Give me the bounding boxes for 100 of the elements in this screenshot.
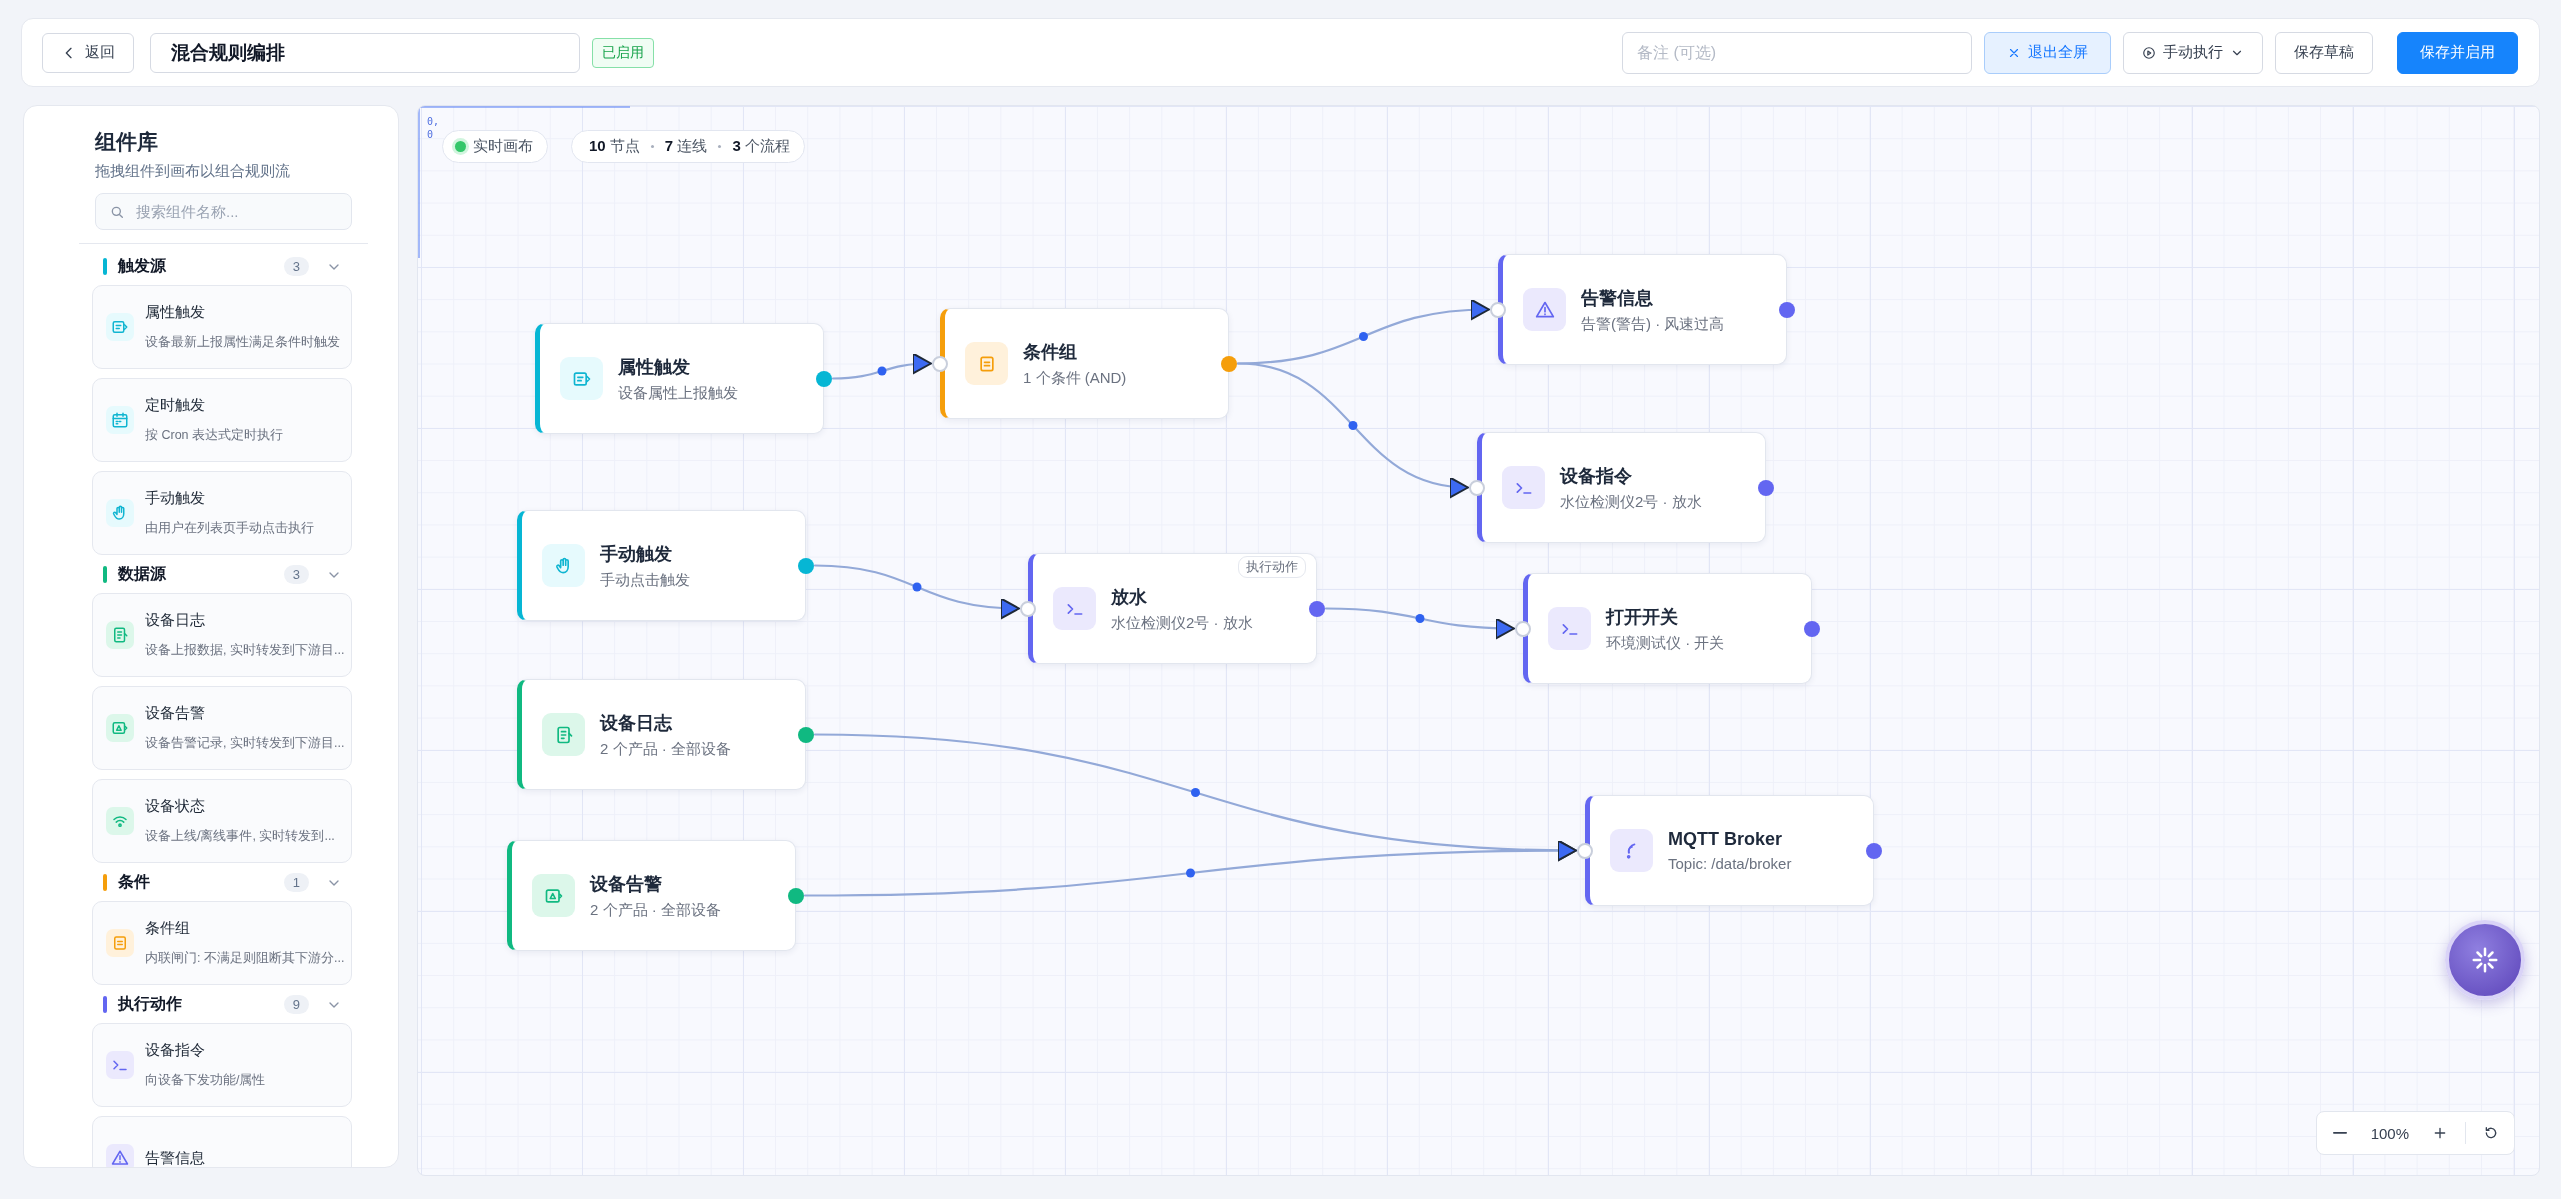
flow-node[interactable]: 执行动作 放水 水位检测仪2号 · 放水: [1028, 553, 1317, 664]
status-badge: 已启用: [592, 37, 654, 68]
coordinate-label: 0, 0: [427, 115, 441, 141]
node-title: 设备告警: [590, 872, 663, 896]
component-name: 定时触发: [145, 396, 206, 415]
component-description: 设备上报数据, 实时转发到下游目...: [145, 642, 343, 659]
node-subtitle: 2 个产品 · 全部设备: [590, 900, 721, 920]
flow-node[interactable]: 告警信息 告警(警告) · 风速过高: [1498, 254, 1787, 365]
category-marker: [103, 996, 107, 1013]
category-marker: [103, 258, 107, 275]
flow-node[interactable]: 条件组 1 个条件 (AND): [940, 308, 1229, 419]
category-marker: [103, 874, 107, 891]
note-icon: [111, 934, 129, 952]
component-name: 属性触发: [145, 303, 206, 322]
input-port[interactable]: [1469, 479, 1485, 496]
component-description: 设备最新上报属性满足条件时触发: [145, 334, 340, 351]
flow-node[interactable]: 手动触发 手动点击触发: [517, 510, 806, 621]
node-title: 打开开关: [1606, 605, 1679, 629]
component-card[interactable]: 告警信息: [92, 1116, 352, 1167]
stat-text: 7 连线: [664, 137, 708, 156]
document-icon: [111, 318, 129, 336]
warning-icon: [1534, 299, 1555, 320]
component-name: 设备指令: [145, 1041, 206, 1060]
node-title: 设备指令: [1560, 464, 1633, 488]
flow-node[interactable]: 设备告警 2 个产品 · 全部设备: [507, 840, 796, 951]
input-port[interactable]: [1020, 600, 1036, 617]
input-port[interactable]: [1490, 301, 1506, 318]
minus-icon: [2332, 1131, 2347, 1135]
node-subtitle: 水位检测仪2号 · 放水: [1560, 492, 1702, 512]
component-card[interactable]: 属性触发 设备最新上报属性满足条件时触发: [92, 285, 352, 369]
input-port[interactable]: [932, 355, 948, 372]
search-field[interactable]: 搜索组件名称...: [95, 193, 352, 230]
stat-text: 3 个流程: [732, 137, 790, 156]
flow-node[interactable]: 打开开关 环境测试仪 · 开关: [1523, 573, 1812, 684]
toolbar-button[interactable]: 保存草稿: [2275, 31, 2373, 74]
plus-icon: [2432, 1125, 2448, 1141]
count-badge: 3: [283, 565, 309, 584]
node-subtitle: 2 个产品 · 全部设备: [600, 739, 731, 759]
node-title: 条件组: [1023, 340, 1078, 364]
component-description: 设备上线/离线事件, 实时转发到...: [145, 828, 335, 845]
component-name: 手动触发: [145, 489, 206, 508]
node-subtitle: 水位检测仪2号 · 放水: [1111, 613, 1253, 633]
component-name: 设备告警: [145, 704, 206, 723]
component-card[interactable]: 手动触发 由用户在列表页手动点击执行: [92, 471, 352, 555]
component-card[interactable]: 设备状态 设备上线/离线事件, 实时转发到...: [92, 779, 352, 863]
component-description: 向设备下发功能/属性: [145, 1072, 266, 1089]
node-title: 属性触发: [618, 355, 691, 379]
component-description: 按 Cron 表达式定时执行: [145, 427, 284, 444]
sparkle-icon: [2470, 945, 2500, 975]
reset-icon: [2483, 1125, 2499, 1141]
component-description: 内联闸门: 不满足则阻断其下游分...: [145, 950, 343, 967]
panel-title: 组件库: [95, 129, 159, 155]
node-title: 手动触发: [600, 542, 673, 566]
live-label: 实时画布: [473, 137, 533, 156]
component-name: 条件组: [145, 919, 191, 938]
document-icon: [111, 626, 129, 644]
node-subtitle: 手动点击触发: [600, 570, 690, 590]
flow-node[interactable]: 属性触发 设备属性上报触发: [535, 323, 824, 434]
node-title: 告警信息: [1581, 286, 1654, 310]
count-badge: 9: [283, 995, 309, 1014]
toolbar-button[interactable]: 退出全屏: [1984, 31, 2111, 74]
flow-node[interactable]: MQTT Broker Topic: /data/broker: [1585, 795, 1874, 906]
toolbar-button[interactable]: 保存并启用: [2397, 31, 2518, 74]
component-card[interactable]: 定时触发 按 Cron 表达式定时执行: [92, 378, 352, 462]
connector-arrow[interactable]: [831, 352, 933, 380]
panel-subtitle: 拖拽组件到画布以组合规则流: [95, 162, 291, 181]
play-icon: [2142, 45, 2156, 60]
node-subtitle: 告警(警告) · 风速过高: [1581, 314, 1725, 334]
back-button[interactable]: 返回: [42, 32, 134, 73]
component-description: 由用户在列表页手动点击执行: [145, 520, 314, 537]
component-name: 设备日志: [145, 611, 206, 630]
count-badge: 3: [283, 257, 309, 276]
stat-text: 10 节点: [589, 137, 640, 156]
category-title: 条件: [118, 872, 151, 892]
input-port[interactable]: [1577, 842, 1593, 859]
node-tag: 执行动作: [1238, 556, 1306, 578]
component-card[interactable]: 条件组 内联闸门: 不满足则阻断其下游分...: [92, 901, 352, 985]
component-card[interactable]: 设备日志 设备上报数据, 实时转发到下游目...: [92, 593, 352, 677]
category-title: 数据源: [118, 564, 167, 584]
zoom-level: 100%: [2369, 1124, 2410, 1142]
component-card[interactable]: 设备指令 向设备下发功能/属性: [92, 1023, 352, 1107]
category-title: 触发源: [118, 256, 167, 276]
warning-icon: [111, 1149, 129, 1167]
component-description: 设备告警记录, 实时转发到下游目...: [145, 735, 343, 752]
flow-node[interactable]: 设备指令 水位检测仪2号 · 放水: [1477, 432, 1766, 543]
component-name: 告警信息: [145, 1148, 205, 1167]
category-marker: [103, 566, 107, 583]
remark-field[interactable]: 备注 (可选): [1622, 31, 1972, 74]
node-subtitle: 环境测试仪 · 开关: [1606, 633, 1725, 653]
category-title: 执行动作: [118, 994, 183, 1014]
toolbar-button[interactable]: 手动执行: [2123, 31, 2263, 74]
node-title: 放水: [1111, 585, 1148, 609]
count-badge: 1: [283, 873, 309, 892]
assistant-button[interactable]: [2445, 920, 2525, 1000]
component-card[interactable]: 设备告警 设备告警记录, 实时转发到下游目...: [92, 686, 352, 770]
calendar-icon: [111, 411, 129, 429]
title-field[interactable]: 混合规则编排: [150, 32, 580, 73]
flow-node[interactable]: 设备日志 2 个产品 · 全部设备: [517, 679, 806, 790]
input-port[interactable]: [1515, 620, 1531, 637]
node-subtitle: 1 个条件 (AND): [1023, 368, 1127, 388]
